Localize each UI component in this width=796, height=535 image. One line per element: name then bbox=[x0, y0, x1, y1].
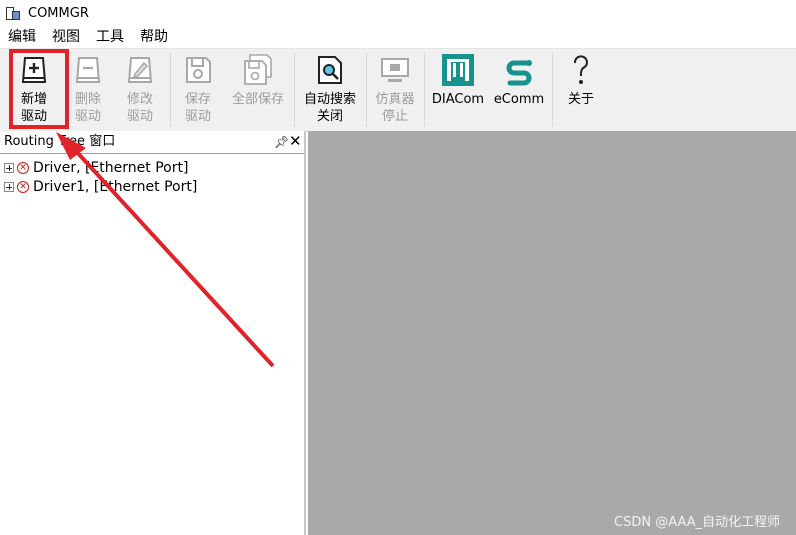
expand-icon[interactable] bbox=[4, 163, 14, 173]
edit-driver-icon bbox=[123, 53, 157, 87]
toolbar-separator bbox=[170, 53, 171, 127]
delete-driver-icon bbox=[71, 53, 105, 87]
menu-tools[interactable]: 工具 bbox=[88, 26, 132, 48]
save-all-button[interactable]: 全部保存 bbox=[228, 49, 288, 131]
menu-view[interactable]: 视图 bbox=[44, 26, 88, 48]
auto-search-button[interactable]: 自动搜索 关闭 bbox=[300, 49, 360, 131]
save-all-icon bbox=[241, 53, 275, 87]
search-document-icon bbox=[313, 53, 347, 87]
close-icon[interactable]: ✕ bbox=[289, 130, 302, 152]
pin-icon[interactable]: 📌︎ bbox=[274, 131, 289, 153]
toolbar: 新增 驱动 删除 驱动 修改 驱动 保存 驱动 全部保存 自动搜索 关闭 仿真器… bbox=[0, 48, 796, 132]
new-driver-button[interactable]: 新增 驱动 bbox=[12, 49, 56, 131]
floppy-icon bbox=[181, 53, 215, 87]
expand-icon[interactable] bbox=[4, 182, 14, 192]
panel-title: Routing Tree 窗口 bbox=[4, 134, 116, 149]
watermark: CSDN @AAA_自动化工程师 bbox=[614, 515, 781, 530]
panel-header: Routing Tree 窗口 📌︎ ✕ bbox=[0, 131, 304, 154]
about-button[interactable]: 关于 bbox=[558, 49, 604, 131]
toolbar-separator bbox=[366, 53, 367, 127]
question-mark-icon bbox=[564, 53, 598, 87]
diacom-button[interactable]: DIACom bbox=[430, 49, 486, 131]
ecomm-icon bbox=[502, 53, 536, 87]
diacom-icon bbox=[441, 53, 475, 87]
menu-bar: 编辑 视图 工具 帮助 bbox=[0, 26, 796, 48]
modify-driver-button[interactable]: 修改 驱动 bbox=[118, 49, 162, 131]
error-icon: ✕ bbox=[17, 162, 29, 174]
menu-help[interactable]: 帮助 bbox=[132, 26, 176, 48]
app-icon bbox=[6, 6, 20, 20]
toolbar-separator bbox=[294, 53, 295, 127]
toolbar-separator bbox=[552, 53, 553, 127]
title-bar: COMMGR bbox=[0, 0, 796, 26]
mdi-workspace bbox=[308, 131, 796, 535]
routing-tree-panel: Routing Tree 窗口 📌︎ ✕ ✕ Driver, [Ethernet… bbox=[0, 131, 306, 535]
save-driver-button[interactable]: 保存 驱动 bbox=[176, 49, 220, 131]
toolbar-separator bbox=[424, 53, 425, 127]
new-driver-icon bbox=[17, 53, 51, 87]
tree-item-driver[interactable]: ✕ Driver, [Ethernet Port] bbox=[4, 158, 188, 178]
delete-driver-button[interactable]: 删除 驱动 bbox=[66, 49, 110, 131]
menu-edit[interactable]: 编辑 bbox=[0, 26, 44, 48]
error-icon: ✕ bbox=[17, 181, 29, 193]
ecomm-button[interactable]: eComm bbox=[492, 49, 546, 131]
stop-simulator-button[interactable]: 仿真器 停止 bbox=[370, 49, 420, 131]
window-title: COMMGR bbox=[28, 5, 89, 21]
tree-item-driver1[interactable]: ✕ Driver1, [Ethernet Port] bbox=[4, 177, 197, 197]
simulator-icon bbox=[378, 53, 412, 87]
